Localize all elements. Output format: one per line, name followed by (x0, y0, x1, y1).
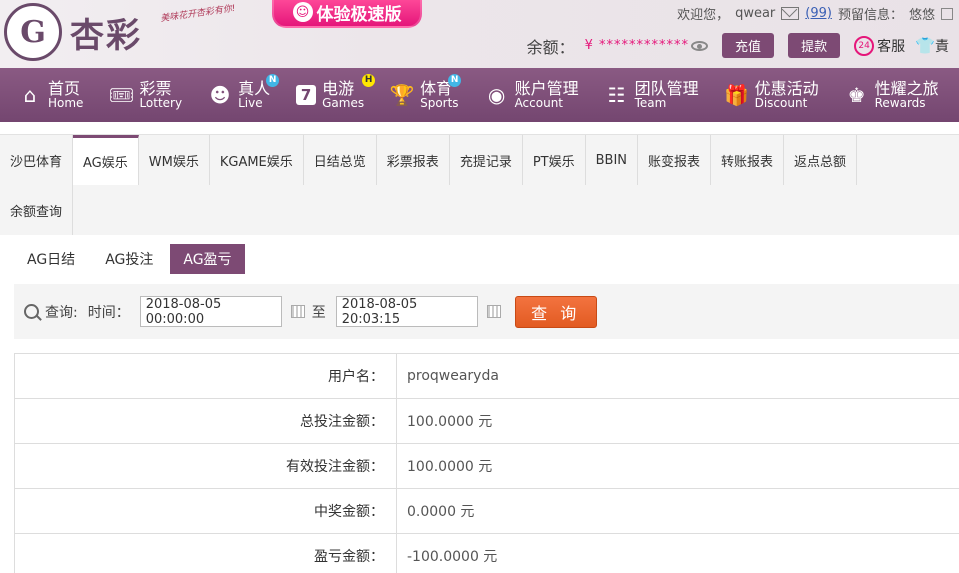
tab-saba-sports[interactable]: 沙巴体育 (0, 135, 74, 185)
shirt-icon: 👕 (915, 36, 935, 55)
new-badge: N (266, 73, 280, 87)
welcome-text: 欢迎您， (677, 8, 730, 23)
subtab-ag-profit[interactable]: AG盈亏 (170, 244, 245, 274)
subtab-ag-daily[interactable]: AG日结 (14, 244, 88, 274)
site-header: G 杏彩 美味花开杏彩有你! ☺ 体验极速版 欢迎您， qwear (99) 预留… (0, 0, 959, 68)
nav-discount[interactable]: 🎁 优惠活动 Discount (724, 80, 818, 111)
message-count-link[interactable]: (99) (805, 6, 832, 21)
deposit-button[interactable]: 充值 (722, 33, 775, 58)
ag-subtabs: AG日结 AG投注 AG盈亏 (14, 244, 249, 274)
search-icon (24, 304, 39, 319)
row-value: 0.0000 元 (407, 504, 475, 520)
notice-label: 预留信息： (837, 8, 903, 23)
main-nav: ⌂ 首页 Home 🎟 彩票 Lottery ☻ 真人 Live N 7 电游 Games H 🏆 体… (0, 68, 959, 122)
home-icon: ⌂ (23, 83, 37, 107)
tab-bbin[interactable]: BBIN (586, 135, 639, 185)
subtab-ag-bets[interactable]: AG投注 (92, 244, 166, 274)
query-label: 查询: (45, 304, 78, 321)
mail-icon[interactable] (781, 7, 800, 20)
new-badge: N (448, 73, 462, 87)
tab-ag[interactable]: AG娱乐 (73, 135, 139, 185)
tab-balance-change[interactable]: 账变报表 (638, 135, 712, 185)
gift-icon: 🎁 (724, 83, 750, 107)
to-label: 至 (311, 304, 326, 321)
table-row: 有效投注金额： 100.0000 元 (14, 444, 959, 489)
logo[interactable]: G 杏彩 (4, 3, 142, 61)
account-icon: ◉ (487, 83, 506, 107)
balance-bar: 余额： ¥ ************ 充值 提款 24 客服 👕 責 (527, 33, 959, 58)
withdraw-button[interactable]: 提款 (788, 33, 841, 58)
dealer-icon: ☻ (209, 83, 231, 107)
balance-value: ¥ ************ (584, 38, 690, 53)
trophy-icon: 🏆 (389, 83, 415, 107)
nav-account[interactable]: ◉ 账户管理 Account (485, 80, 579, 111)
tab-deposit-records[interactable]: 充提记录 (450, 135, 523, 185)
tab-wm[interactable]: WM娱乐 (139, 135, 210, 185)
tab-transfer-report[interactable]: 转账报表 (711, 135, 785, 185)
table-row: 盈亏金额： -100.0000 元 (14, 534, 959, 573)
row-label: 总投注金额： (14, 399, 397, 443)
table-row: 总投注金额： 100.0000 元 (14, 399, 959, 444)
query-button[interactable]: 查 询 (514, 295, 597, 328)
row-value: -100.0000 元 (407, 549, 498, 565)
crown-icon: ♚ (847, 83, 866, 107)
tab-kgame[interactable]: KGAME娱乐 (210, 135, 304, 185)
eye-icon[interactable] (691, 40, 709, 51)
brand-name: 杏彩 (70, 15, 142, 56)
balance-label: 余额： (526, 37, 575, 57)
start-time-input[interactable]: 2018-08-05 00:00:00 (139, 296, 282, 327)
row-value: proqwearyda (407, 368, 499, 384)
nav-live[interactable]: ☻ 真人 Live N (208, 73, 280, 111)
row-label: 中奖金额： (14, 489, 397, 533)
query-bar: 查询: 时间： 2018-08-05 00:00:00 至 2018-08-05… (14, 284, 959, 339)
username: qwear (735, 6, 776, 21)
headset-icon: 24 (854, 35, 875, 56)
calendar-icon[interactable] (486, 305, 501, 318)
nav-rewards[interactable]: ♚ 性耀之旅 Rewards (845, 80, 939, 111)
time-label: 时间： (87, 304, 130, 321)
tab-pt[interactable]: PT娱乐 (523, 135, 586, 185)
slogan: 美味花开杏彩有你! (159, 3, 237, 25)
team-icon: ☷ (607, 83, 626, 107)
calendar-icon[interactable] (290, 305, 305, 318)
customer-service-link[interactable]: 24 客服 (854, 35, 905, 56)
slot-icon: 7 (296, 85, 317, 105)
edit-icon[interactable] (941, 7, 953, 20)
result-table: 用户名： proqwearyda 总投注金额： 100.0000 元 有效投注金额：… (14, 353, 959, 573)
hot-badge: H (362, 73, 376, 87)
ticket-icon: 🎟 (108, 83, 135, 107)
vip-link[interactable]: 👕 責 (915, 36, 949, 56)
notice-value: 悠悠 (908, 8, 935, 23)
user-bar: 欢迎您， qwear (99) 预留信息： 悠悠 (677, 4, 959, 23)
row-label: 盈亏金额： (14, 534, 397, 573)
table-row: 中奖金额： 0.0000 元 (14, 489, 959, 534)
row-label: 有效投注金额： (14, 444, 397, 488)
promo-button[interactable]: ☺ 体验极速版 (272, 0, 422, 28)
nav-home[interactable]: ⌂ 首页 Home (18, 80, 84, 111)
tab-lottery-report[interactable]: 彩票报表 (377, 135, 450, 185)
nav-sports[interactable]: 🏆 体育 Sports N (389, 73, 462, 111)
table-row: 用户名： proqwearyda (14, 354, 959, 399)
row-value: 100.0000 元 (407, 459, 493, 475)
tab-rebate-total[interactable]: 返点总额 (784, 135, 858, 185)
nav-team[interactable]: ☷ 团队管理 Team (605, 80, 699, 111)
row-value: 100.0000 元 (407, 414, 493, 430)
tab-balance-query[interactable]: 余额查询 (0, 185, 74, 235)
row-label: 用户名： (14, 354, 397, 398)
nav-lottery[interactable]: 🎟 彩票 Lottery (109, 80, 182, 111)
end-time-input[interactable]: 2018-08-05 20:03:15 (335, 296, 478, 327)
tab-daily-overview[interactable]: 日结总览 (304, 135, 377, 185)
promo-icon: ☺ (292, 2, 313, 22)
report-tabs: 沙巴体育 AG娱乐 WM娱乐 KGAME娱乐 日结总览 彩票报表 充提记录 PT… (0, 134, 959, 235)
nav-games[interactable]: 7 电游 Games H (296, 73, 376, 111)
logo-icon: G (4, 3, 62, 61)
